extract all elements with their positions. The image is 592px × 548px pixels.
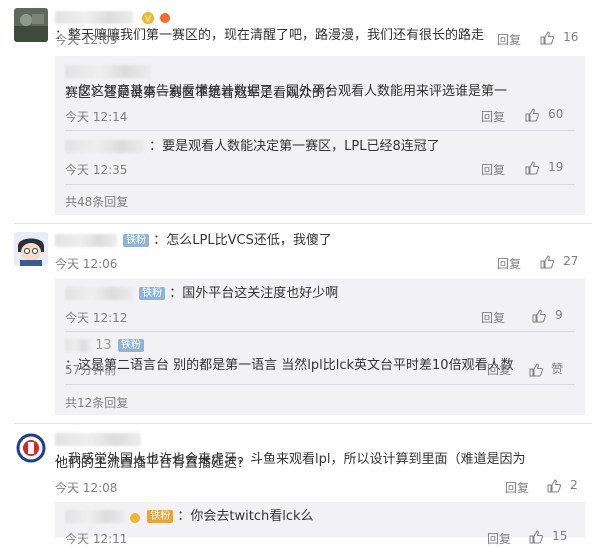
like-button[interactable]: 16: [540, 30, 578, 45]
like-button[interactable]: 60: [525, 107, 563, 122]
like-button[interactable]: 2: [547, 478, 578, 493]
reply-time: 今天 12:12: [65, 311, 128, 325]
thumb-up-icon: [529, 362, 543, 377]
avatar[interactable]: [14, 232, 48, 266]
reply-item: 铁粉 ：国外平台这关注度也好少啊: [65, 284, 338, 304]
like-button[interactable]: 9: [532, 308, 563, 323]
thumb-up-icon: [540, 30, 554, 45]
reply-text: ：这是第二语言台 别的都是第一语言 当然lpl比lck英文台平时差10倍观看人数: [65, 358, 514, 373]
like-count: 19: [548, 160, 564, 174]
divider: [65, 331, 575, 332]
like-count: 2: [570, 478, 578, 492]
vip-icon: [129, 511, 141, 523]
username[interactable]: [65, 140, 145, 153]
reply-time: 今天 12:14: [65, 110, 128, 124]
like-button[interactable]: 赞: [529, 360, 563, 377]
avatar[interactable]: [14, 8, 48, 42]
thumb-up-icon: [525, 160, 539, 175]
username[interactable]: [65, 65, 151, 78]
username[interactable]: [55, 11, 133, 24]
reply-button[interactable]: 回复: [487, 530, 511, 547]
reply-button[interactable]: 回复: [505, 479, 529, 496]
reply-text: ：国外平台这关注度也好少啊: [169, 286, 339, 301]
thumb-up-icon: [540, 254, 554, 269]
fan-badge: 铁粉: [139, 287, 166, 300]
comment-time: 今天 12:06: [55, 257, 118, 271]
divider: [65, 184, 575, 185]
username[interactable]: [65, 339, 91, 352]
like-button[interactable]: 27: [540, 254, 578, 269]
fan-icon: [159, 12, 171, 24]
reply-time: 57分钟前: [65, 363, 117, 377]
like-count: 16: [563, 30, 579, 44]
like-label: 赞: [551, 362, 564, 376]
reply-button[interactable]: 回复: [481, 161, 505, 178]
fan-badge: 铁粉: [147, 510, 174, 523]
comment-text-line2: 他们的主流直播平台有直播延迟？: [55, 456, 251, 471]
username[interactable]: [55, 433, 141, 446]
like-button[interactable]: 19: [525, 160, 563, 175]
like-count: 15: [552, 529, 568, 543]
reply-item: 13 铁粉 ：这是第二语言台 别的都是第一语言 当然lpl比lck英文台平时差1…: [65, 336, 592, 376]
reply-text-line2: 赛区？还是说第一赛区不是看冠军是看观众的？: [65, 86, 339, 101]
reply-item: ：要是观看人数能决定第一赛区，LPL已经8连冠了: [65, 137, 440, 157]
username-suffix[interactable]: 13: [95, 338, 112, 353]
reply-button[interactable]: 回复: [497, 31, 521, 48]
reply-button[interactable]: 回复: [497, 255, 521, 272]
like-count: 27: [563, 254, 579, 268]
reply-time: 今天 12:11: [65, 532, 128, 546]
comment-header: V ：整天嚷嚷我们第一赛区的，现在清醒了吧，路漫漫，我们还有很长的路走: [55, 9, 592, 43]
reply-button[interactable]: 回复: [481, 108, 505, 125]
reply-text: ：你会去twitch看lck么: [177, 509, 314, 524]
thumb-up-icon: [547, 478, 561, 493]
reply-button[interactable]: 回复: [481, 309, 505, 326]
comment-time: 今天 12:09: [55, 33, 118, 47]
svg-text:V: V: [145, 14, 152, 24]
comment-time: 今天 12:08: [55, 481, 118, 495]
username[interactable]: [65, 287, 133, 300]
more-replies-link[interactable]: 共48条回复: [65, 193, 128, 210]
reply-time: 今天 12:35: [65, 163, 128, 177]
more-replies-link[interactable]: 共12条回复: [65, 394, 128, 411]
username[interactable]: [65, 510, 125, 523]
divider: [14, 423, 592, 424]
reply-item: 铁粉 ：你会去twitch看lck么: [65, 507, 314, 527]
divider: [65, 384, 575, 385]
thumb-up-icon: [525, 107, 539, 122]
reply-text: ：要是观看人数能决定第一赛区，LPL已经8连冠了: [149, 139, 440, 154]
comment-text: ：怎么LPL比VCS还低，我傻了: [153, 233, 332, 248]
fan-badge: 铁粉: [117, 339, 144, 352]
like-count: 9: [555, 308, 563, 322]
like-count: 60: [548, 107, 564, 121]
thumb-up-icon: [532, 308, 546, 323]
username[interactable]: [55, 234, 117, 247]
vip-icon: V: [141, 11, 155, 25]
reply-button[interactable]: 回复: [487, 361, 511, 378]
avatar[interactable]: [14, 431, 48, 465]
fan-badge: 铁粉: [123, 234, 150, 247]
comment-text: ：整天嚷嚷我们第一赛区的，现在清醒了吧，路漫漫，我们还有很长的路走: [55, 28, 485, 43]
divider: [65, 130, 575, 131]
comment-header: 铁粉 ：怎么LPL比VCS还低，我傻了: [55, 231, 332, 251]
divider: [14, 223, 592, 224]
